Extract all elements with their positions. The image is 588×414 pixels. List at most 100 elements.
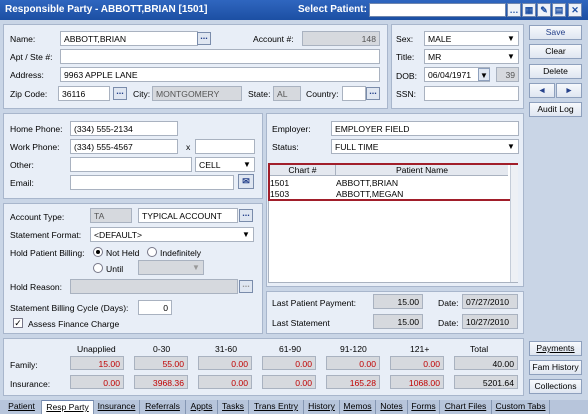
statement-format-dropdown-icon[interactable]: ▼ [240,228,252,241]
apt-label: Apt / Ste #: [10,52,53,62]
age-field: 39 [496,67,519,82]
other-phone-field[interactable] [70,157,192,172]
tab-forms[interactable]: Forms [408,400,440,414]
tab-custom-tabs[interactable]: Custom Tabs [492,400,550,414]
table-row[interactable]: 1501 ABBOTT,BRIAN [270,178,510,189]
aging-insurance-unapplied: 0.00 [70,375,124,389]
account-type-field[interactable]: TYPICAL ACCOUNT [138,208,238,223]
save-button[interactable]: Save [529,25,582,40]
tab-tasks[interactable]: Tasks [218,400,249,414]
state-field: AL [273,86,301,101]
work-phone-label: Work Phone: [10,142,60,152]
tab-referrals[interactable]: Referrals [140,400,186,414]
billing-cycle-field[interactable]: 0 [138,300,172,315]
tab-memos[interactable]: Memos [340,400,376,414]
sex-dropdown-icon[interactable]: ▼ [505,32,517,45]
employer-label: Employer: [272,124,311,134]
assess-finance-label: Assess Finance Charge [28,319,120,329]
close-icon[interactable]: ✕ [568,3,582,17]
status-dropdown-icon[interactable]: ▼ [505,140,517,153]
previous-button[interactable]: ◄ [529,83,555,98]
statement-format-select[interactable]: <DEFAULT> [90,227,254,242]
dob-dropdown-icon[interactable]: ▼ [478,68,490,81]
tab-resp-party[interactable]: Resp Party [42,400,94,414]
sex-label: Sex: [396,34,414,44]
last-statement-label: Last Statement [272,318,330,328]
employer-field[interactable]: EMPLOYER FIELD [331,121,519,136]
home-phone-field[interactable]: (334) 555-2134 [70,121,178,136]
zip-label: Zip Code: [10,89,48,99]
tab-bar: Patient Resp Party Insurance Referrals A… [0,400,588,414]
ssn-field[interactable] [424,86,519,101]
aging-header-total: Total [470,344,489,354]
hold-reason-label: Hold Reason: [10,282,63,292]
tab-patient[interactable]: Patient [2,400,42,414]
account-label: Account #: [253,34,294,44]
ext-field[interactable] [195,139,255,154]
aging-header-121-plus: 121+ [410,344,430,354]
ext-label: x [186,142,191,152]
ssn-label: SSN: [396,89,417,99]
country-lookup-button[interactable]: ... [366,87,380,100]
aging-insurance-121-plus: 1068.00 [390,375,444,389]
column-chart-number[interactable]: Chart # [270,165,336,176]
aging-family-unapplied: 15.00 [70,356,124,370]
aging-header-0-30: 0-30 [153,344,171,354]
name-field[interactable]: ABBOTT,BRIAN [60,31,198,46]
clear-button[interactable]: Clear [529,44,582,59]
aging-insurance-31-60: 0.00 [198,375,252,389]
indefinitely-radio[interactable] [147,247,157,257]
title-dropdown-icon[interactable]: ▼ [505,50,517,63]
account-type-label: Account Type: [10,212,65,222]
zip-lookup-button[interactable]: ... [113,87,127,100]
column-patient-name[interactable]: Patient Name [336,165,508,176]
hold-reason-field [70,279,238,294]
collections-button[interactable]: Collections [529,379,582,394]
assess-finance-checkbox[interactable]: ✓ [13,318,23,328]
calendar-icon[interactable]: ▦ [522,3,536,17]
state-label: State: [248,89,271,99]
patient-list-scrollbar[interactable] [510,165,518,282]
edit-icon[interactable]: ✎ [537,3,551,17]
tab-insurance[interactable]: Insurance [94,400,140,414]
table-row[interactable]: 1503 ABBOTT,MEGAN [270,189,510,200]
tab-chart-files[interactable]: Chart Files [440,400,492,414]
next-button[interactable]: ► [556,83,582,98]
address-field[interactable]: 9963 APPLE LANE [60,67,380,82]
aging-insurance-61-90: 0.00 [262,375,316,389]
fam-history-button[interactable]: Fam History [529,360,582,375]
tab-appts[interactable]: Appts [186,400,218,414]
account-type-lookup-button[interactable]: ... [239,209,253,222]
hold-reason-lookup-button: ... [239,280,253,293]
status-select[interactable]: FULL TIME [331,139,519,154]
email-label: Email: [10,178,34,188]
aging-insurance-91-120: 165.28 [326,375,380,389]
name-lookup-button[interactable]: ... [197,32,211,45]
phone-type-dropdown-icon[interactable]: ▼ [241,158,253,171]
last-payment-amount: 15.00 [373,294,423,309]
audit-log-button[interactable]: Audit Log [529,102,582,117]
payments-button[interactable]: Payments [529,341,582,356]
statement-format-label: Statement Format: [10,230,82,240]
delete-button[interactable]: Delete [529,64,582,79]
select-patient-label: Select Patient: [298,4,367,15]
not-held-radio[interactable] [93,247,103,257]
row-patient-name: ABBOTT,MEGAN [336,189,404,199]
aging-family-61-90: 0.00 [262,356,316,370]
tab-notes[interactable]: Notes [376,400,408,414]
print-icon[interactable]: ▤ [552,3,566,17]
dots-icon[interactable]: … [507,3,521,17]
aging-header-61-90: 61-90 [279,344,301,354]
work-phone-field[interactable]: (334) 555-4567 [70,139,178,154]
row-chart-number: 1501 [270,178,290,188]
apt-field[interactable] [60,49,380,64]
tab-trans-entry[interactable]: Trans Entry [249,400,304,414]
email-send-icon[interactable]: ✉ [238,174,254,189]
select-patient-input[interactable] [369,3,506,17]
tab-history[interactable]: History [304,400,340,414]
email-field[interactable] [70,175,234,190]
zip-field[interactable]: 36116 [58,86,110,101]
country-field[interactable] [342,86,366,101]
until-radio[interactable] [93,263,103,273]
aging-header-unapplied: Unapplied [77,344,116,354]
